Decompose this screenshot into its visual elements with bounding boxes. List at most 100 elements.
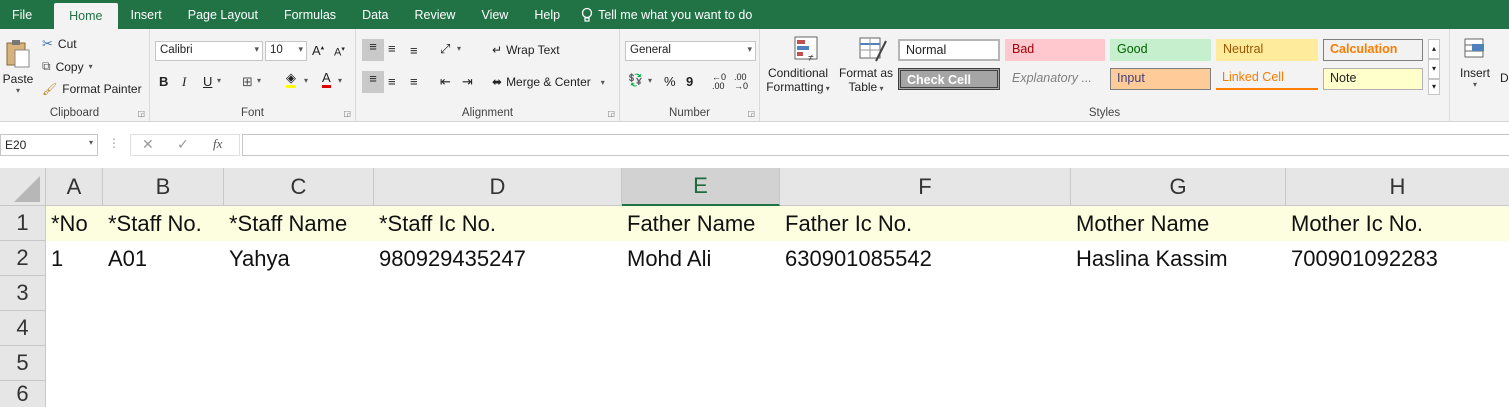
increase-decimal-icon[interactable]: ←0.00 xyxy=(712,73,726,91)
comma-button[interactable]: 9 xyxy=(686,74,693,89)
align-middle-icon[interactable]: ≡ xyxy=(388,41,396,56)
style-input[interactable]: Input xyxy=(1110,68,1211,90)
merge-center-button[interactable]: ⬌ Merge & Center ▾ xyxy=(492,75,605,89)
delete-cells-button[interactable]: D xyxy=(1500,71,1509,85)
decrease-indent-icon[interactable]: ⇤ xyxy=(440,74,451,90)
underline-dropdown-icon[interactable]: ▾ xyxy=(217,76,221,85)
cell-f1[interactable]: Father Ic No. xyxy=(780,206,1071,241)
font-color-icon[interactable]: A xyxy=(322,71,331,88)
clipboard-launcher-icon[interactable]: ◲ xyxy=(137,109,145,118)
font-launcher-icon[interactable]: ◲ xyxy=(343,109,351,118)
tab-view[interactable]: View xyxy=(468,0,521,29)
borders-dropdown-icon[interactable]: ▾ xyxy=(257,76,261,85)
style-explanatory[interactable]: Explanatory ... xyxy=(1005,68,1105,90)
align-left-icon[interactable]: ≡ xyxy=(362,71,384,93)
cell-b2[interactable]: A01 xyxy=(103,241,224,276)
decrease-decimal-icon[interactable]: .00 →0 xyxy=(734,73,748,91)
column-header-a[interactable]: A xyxy=(46,168,103,206)
column-header-d[interactable]: D xyxy=(374,168,622,206)
fill-color-dropdown-icon[interactable]: ▾ xyxy=(304,76,308,85)
column-header-f[interactable]: F xyxy=(780,168,1071,206)
style-normal[interactable]: Normal xyxy=(898,39,1000,61)
style-bad[interactable]: Bad xyxy=(1005,39,1105,61)
cell-e2[interactable]: Mohd Ali xyxy=(622,241,780,276)
font-color-dropdown-icon[interactable]: ▾ xyxy=(338,76,342,85)
insert-cells-button[interactable]: Insert ▾ xyxy=(1458,35,1492,89)
cell-d1[interactable]: *Staff Ic No. xyxy=(374,206,622,241)
tell-me-search[interactable]: Tell me what you want to do xyxy=(573,0,752,29)
grow-font-button[interactable]: A▴ xyxy=(312,43,324,58)
number-format-select[interactable]: General ▾ xyxy=(625,41,756,61)
cell-h1[interactable]: Mother Ic No. xyxy=(1286,206,1509,241)
cell-a2[interactable]: 1 xyxy=(46,241,103,276)
font-name-select[interactable]: Calibri ▾ xyxy=(155,41,263,61)
column-header-g[interactable]: G xyxy=(1071,168,1286,206)
conditional-formatting-button[interactable]: ≠ Conditional Formatting ▾ xyxy=(766,35,830,105)
cell-e1[interactable]: Father Name xyxy=(622,206,780,241)
currency-dropdown-icon[interactable]: ▾ xyxy=(648,76,652,85)
row-header-4[interactable]: 4 xyxy=(0,311,46,346)
cell-c1[interactable]: *Staff Name xyxy=(224,206,374,241)
bold-button[interactable]: B xyxy=(159,74,168,89)
enter-icon[interactable]: ✓ xyxy=(177,136,189,153)
select-all-corner[interactable] xyxy=(0,168,46,206)
format-painter-button[interactable]: 🖌 Format Painter xyxy=(42,82,142,96)
style-linked-cell[interactable]: Linked Cell xyxy=(1216,68,1318,90)
row-header-2[interactable]: 2 xyxy=(0,241,46,276)
percent-button[interactable]: % xyxy=(664,74,676,89)
orientation-dropdown-icon[interactable]: ▾ xyxy=(457,44,461,53)
orientation-icon[interactable]: ⤢ xyxy=(440,41,450,57)
styles-more-icon[interactable]: ▾ xyxy=(1428,79,1440,95)
currency-icon[interactable]: 💱 xyxy=(628,73,643,87)
tab-data[interactable]: Data xyxy=(349,0,401,29)
row-header-3[interactable]: 3 xyxy=(0,276,46,311)
cut-button[interactable]: ✂ Cut xyxy=(42,36,77,52)
styles-scroll-up-icon[interactable]: ▴ xyxy=(1428,39,1440,59)
column-header-h[interactable]: H xyxy=(1286,168,1509,206)
copy-dropdown-icon[interactable]: ▾ xyxy=(89,62,93,71)
insert-function-icon[interactable]: fx xyxy=(213,136,222,152)
wrap-text-button[interactable]: ↵ Wrap Text xyxy=(492,43,560,57)
paste-dropdown-icon[interactable]: ▾ xyxy=(16,86,20,95)
fill-color-icon[interactable]: ◈ xyxy=(286,71,296,88)
tab-help[interactable]: Help xyxy=(521,0,573,29)
more-options-icon[interactable]: ⋮ xyxy=(108,136,120,150)
paste-button[interactable]: Paste ▾ xyxy=(2,35,34,99)
font-size-select[interactable]: 10 ▾ xyxy=(265,41,307,61)
tab-formulas[interactable]: Formulas xyxy=(271,0,349,29)
row-header-1[interactable]: 1 xyxy=(0,206,46,241)
underline-button[interactable]: U xyxy=(203,74,212,89)
shrink-font-button[interactable]: A▾ xyxy=(334,45,345,59)
name-box[interactable]: E20 ▾ xyxy=(0,134,98,156)
cell-a1[interactable]: *No xyxy=(46,206,103,241)
italic-button[interactable]: I xyxy=(182,74,186,90)
column-header-e[interactable]: E xyxy=(622,168,780,206)
merge-dropdown-icon[interactable]: ▾ xyxy=(601,78,605,87)
style-note[interactable]: Note xyxy=(1323,68,1423,90)
formula-input[interactable] xyxy=(242,134,1509,156)
chevron-down-icon[interactable]: ▾ xyxy=(89,138,93,147)
row-header-6[interactable]: 6 xyxy=(0,381,46,407)
format-as-table-button[interactable]: Format as Table ▾ xyxy=(836,35,896,105)
cell-f2[interactable]: 630901085542 xyxy=(780,241,1071,276)
align-bottom-icon[interactable]: ≡ xyxy=(410,43,418,58)
borders-icon[interactable]: ⊞ xyxy=(242,74,253,90)
alignment-launcher-icon[interactable]: ◲ xyxy=(607,109,615,118)
tab-insert[interactable]: Insert xyxy=(118,0,175,29)
cell-h2[interactable]: 700901092283 xyxy=(1286,241,1509,276)
tab-review[interactable]: Review xyxy=(401,0,468,29)
cell-g2[interactable]: Haslina Kassim xyxy=(1071,241,1286,276)
cell-c2[interactable]: Yahya xyxy=(224,241,374,276)
style-calculation[interactable]: Calculation xyxy=(1323,39,1423,61)
number-launcher-icon[interactable]: ◲ xyxy=(747,109,755,118)
align-center-icon[interactable]: ≡ xyxy=(388,74,396,89)
increase-indent-icon[interactable]: ⇥ xyxy=(462,74,473,90)
cell-d2[interactable]: 980929435247 xyxy=(374,241,622,276)
column-header-b[interactable]: B xyxy=(103,168,224,206)
row-header-5[interactable]: 5 xyxy=(0,346,46,381)
cell-g1[interactable]: Mother Name xyxy=(1071,206,1286,241)
insert-dropdown-icon[interactable]: ▾ xyxy=(1458,80,1492,89)
column-header-c[interactable]: C xyxy=(224,168,374,206)
cell-b1[interactable]: *Staff No. xyxy=(103,206,224,241)
tab-page-layout[interactable]: Page Layout xyxy=(175,0,271,29)
